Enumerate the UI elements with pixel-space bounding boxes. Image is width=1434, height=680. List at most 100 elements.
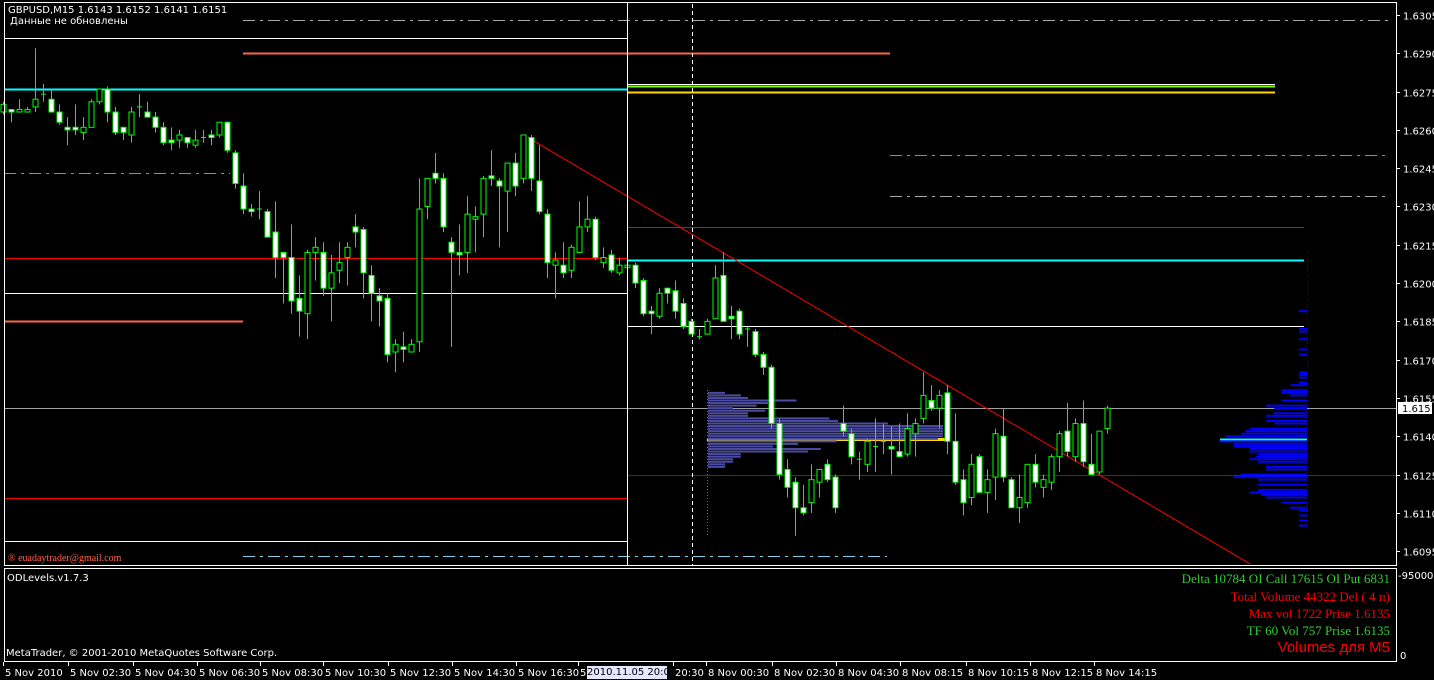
profile-bar	[708, 402, 768, 405]
indicator-scale-top: -950000	[1398, 571, 1434, 582]
candle-body	[832, 476, 839, 509]
info-tf-vol: TF 60 Vol 757 Prise 1.6135	[1246, 623, 1390, 638]
candle-body	[512, 162, 519, 187]
profile-bar	[1219, 440, 1307, 443]
profile-bar	[1245, 430, 1307, 433]
profile-bar	[1281, 501, 1307, 504]
candle-body	[776, 422, 783, 476]
candle-body	[1016, 497, 1023, 509]
profile-bar	[1298, 519, 1307, 522]
candle-body	[1056, 433, 1063, 458]
price-tick-label: 1.6125	[1403, 472, 1434, 483]
profile-bar	[1298, 514, 1307, 517]
candle-body	[96, 88, 103, 103]
profile-bar	[1298, 348, 1307, 351]
candle-body	[176, 134, 183, 141]
candle-body	[384, 297, 391, 356]
info-max-vol: Max vol 1722 Prise 1.6135	[1248, 606, 1390, 621]
profile-bar	[1298, 373, 1307, 376]
candle-body	[688, 320, 695, 335]
candle-body	[656, 292, 663, 317]
candle-body	[592, 218, 599, 259]
candle-body	[360, 228, 367, 274]
candle-body	[904, 428, 911, 455]
candle-body	[1048, 456, 1055, 483]
profile-bar	[1298, 328, 1307, 331]
candle-body	[504, 162, 511, 192]
candle-body	[704, 320, 711, 335]
candle	[592, 216, 599, 261]
price-tick-label: 1.6185	[1403, 318, 1434, 329]
profile-bar	[1290, 384, 1307, 387]
price-tick-label: 1.6290	[1403, 50, 1434, 61]
profile-bar	[1266, 468, 1307, 471]
candle-body	[968, 463, 975, 499]
candle-body	[752, 331, 759, 356]
crosshair-time-label: 2010.11.05 20:00	[587, 666, 677, 679]
candle-body	[528, 137, 535, 179]
candle	[88, 99, 95, 128]
profile-bar	[1266, 414, 1307, 417]
candle-body	[264, 211, 271, 238]
candle-body	[576, 226, 583, 253]
candle-body	[816, 468, 823, 483]
price-tick-label: 1.6305	[1403, 12, 1434, 23]
candle-body	[480, 177, 487, 215]
candle-body	[320, 251, 327, 289]
profile-bar	[708, 453, 741, 456]
price-tick-label: 1.6215	[1403, 242, 1434, 253]
profile-bar	[1274, 422, 1307, 425]
price-tick-label: 1.6260	[1403, 127, 1434, 138]
candle-body	[1072, 422, 1079, 458]
profile-bar	[1249, 450, 1307, 453]
profile-bar	[708, 448, 821, 451]
candle-body	[888, 445, 895, 450]
candle-body	[472, 216, 479, 220]
candle-body	[488, 175, 495, 179]
profile-bar	[708, 422, 888, 425]
candle-body	[144, 111, 151, 118]
candle-body	[448, 241, 455, 253]
profile-bar	[1257, 478, 1307, 481]
candle-body	[160, 126, 167, 144]
candle-body	[400, 346, 407, 350]
time-tick-label: 5 Nov 12:30	[390, 668, 451, 679]
candle-body	[720, 274, 727, 322]
candle-body	[632, 264, 639, 284]
candle-body	[952, 440, 959, 483]
candle-body	[336, 262, 343, 271]
candle-body	[984, 479, 991, 493]
profile-bar	[1233, 445, 1307, 448]
candle-body	[352, 226, 359, 233]
candle-body	[32, 98, 39, 108]
candle-body	[288, 257, 295, 302]
candle-body	[792, 481, 799, 509]
candle	[1008, 477, 1015, 509]
candle-body	[760, 354, 767, 368]
profile-bar	[708, 450, 808, 453]
profile-bar	[708, 440, 837, 443]
candle	[976, 454, 983, 493]
candle-body	[520, 134, 527, 179]
profile-bar	[708, 442, 798, 445]
candle-body	[64, 126, 71, 131]
candle	[264, 209, 271, 238]
candle-body	[184, 137, 191, 144]
info-delta: Delta 10784 OI Call 17615 OI Put 6831	[1181, 571, 1390, 586]
time-tick-label: 5 Nov 16:30	[518, 668, 579, 679]
candle-body	[88, 101, 95, 128]
profile-bar	[1249, 491, 1307, 494]
candle-body	[328, 272, 335, 289]
candle-body	[72, 126, 79, 131]
candle-body	[552, 259, 559, 266]
candle-body	[568, 246, 575, 271]
candle-body	[808, 479, 815, 504]
symbol-header: GBPUSD,M15 1.6143 1.6152 1.6141 1.6151	[8, 5, 228, 16]
time-tick-label: 5 Nov 2010	[5, 668, 63, 679]
profile-bar	[1281, 391, 1307, 394]
profile-bar	[708, 460, 733, 463]
profile-bar	[1249, 448, 1307, 451]
candle-body	[432, 172, 439, 179]
profile-bar	[1261, 493, 1307, 496]
profile-bar	[1274, 407, 1307, 410]
